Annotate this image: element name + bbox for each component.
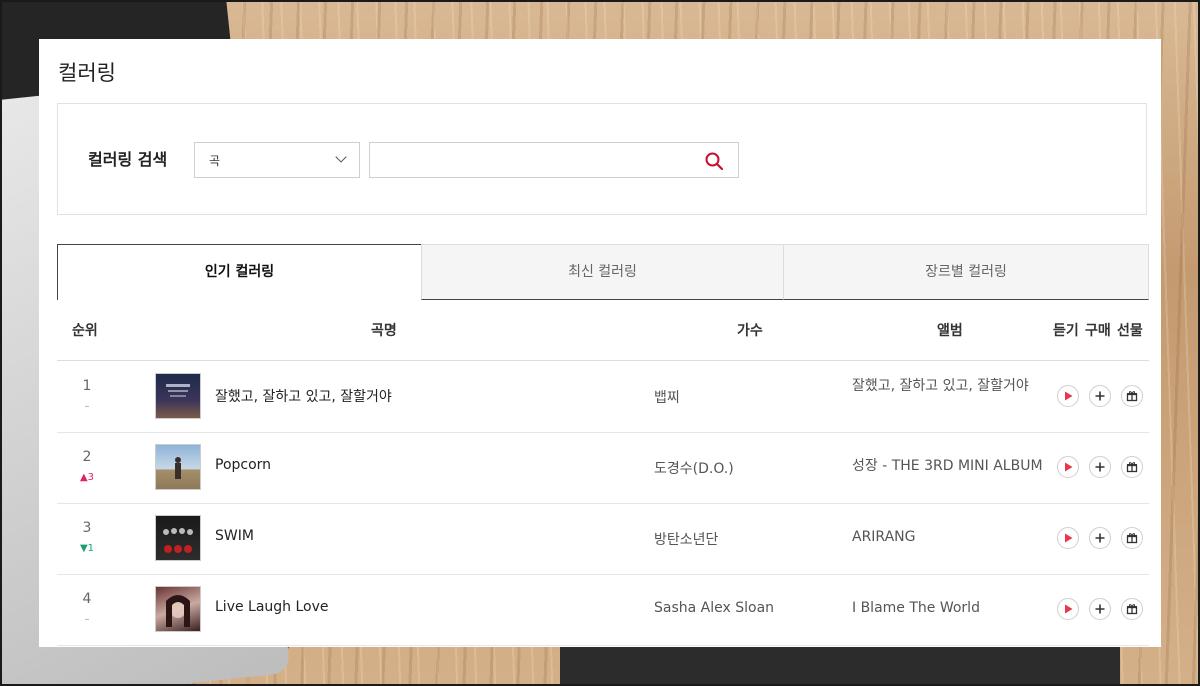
ringtone-tabs: 인기 컬러링 최신 컬러링 장르별 컬러링 — [57, 244, 1149, 300]
table-row: 1 – 잘했고, 잘하고 있고, 잘할거야 뱁찌 잘했고, 잘하고 있고, 잘할… — [57, 361, 1149, 433]
rank-change: ▲3 — [79, 472, 95, 483]
table-row: 3 ▼1 SWIM 방탄소년단 ARIRANG — [57, 503, 1149, 575]
header-listen: 듣기 — [1053, 323, 1079, 339]
search-type-value: 곡 — [209, 154, 221, 168]
plus-icon[interactable] — [1089, 385, 1111, 407]
table-header: 순위 곡명 가수 앨범 듣기 구매 선물 — [57, 300, 1149, 361]
play-icon[interactable] — [1057, 527, 1079, 549]
album-name[interactable]: 성장 - THE 3RD MINI ALBUM — [852, 458, 1057, 475]
rank-change: ▼1 — [79, 543, 95, 554]
rank-number: 2 — [82, 449, 92, 465]
album-name[interactable]: I Blame The World — [852, 600, 1057, 617]
album-thumbnail[interactable] — [155, 586, 201, 632]
gift-icon[interactable] — [1121, 456, 1143, 478]
up-arrow-icon: ▲ — [79, 472, 88, 483]
chevron-down-icon — [335, 151, 347, 163]
header-song: 곡명 — [371, 323, 397, 339]
song-title[interactable]: Popcorn — [215, 457, 271, 473]
table-row: 2 ▲3 Popcorn 도경수(D.O.) 성장 - THE 3RD MINI… — [57, 432, 1149, 504]
album-thumbnail[interactable] — [155, 373, 201, 419]
album-thumbnail[interactable] — [155, 444, 201, 490]
table-row: 4 – Live Laugh Love Sasha Alex Sloan I B… — [57, 574, 1149, 646]
tab-genre[interactable]: 장르별 컬러링 — [783, 244, 1149, 300]
gift-icon[interactable] — [1121, 598, 1143, 620]
tab-latest[interactable]: 최신 컬러링 — [421, 244, 784, 300]
tab-popular[interactable]: 인기 컬러링 — [57, 244, 422, 300]
down-arrow-icon: ▼ — [79, 543, 88, 554]
rank-number: 3 — [82, 520, 92, 536]
album-name[interactable]: 잘했고, 잘하고 있고, 잘할거야 — [852, 378, 1057, 395]
plus-icon[interactable] — [1089, 527, 1111, 549]
search-type-select[interactable]: 곡 — [194, 142, 360, 178]
search-icon[interactable] — [704, 151, 724, 171]
plus-icon[interactable] — [1089, 598, 1111, 620]
search-section: 컬러링 검색 곡 — [57, 103, 1147, 215]
rank-change: – — [84, 614, 90, 625]
search-label: 컬러링 검색 — [88, 150, 168, 169]
song-title[interactable]: 잘했고, 잘하고 있고, 잘할거야 — [215, 386, 392, 406]
content-panel: 컬러링 컬러링 검색 곡 인기 컬러링 최신 컬러링 장르별 컬러링 순위 곡명… — [39, 39, 1161, 647]
rank-number: 1 — [82, 378, 92, 394]
rank-number: 4 — [82, 591, 92, 607]
play-icon[interactable] — [1057, 456, 1079, 478]
header-buy: 구매 — [1085, 323, 1111, 339]
song-title[interactable]: SWIM — [215, 528, 254, 544]
header-gift: 선물 — [1117, 323, 1143, 339]
artist-name[interactable]: 도경수(D.O.) — [654, 458, 734, 478]
artist-name[interactable]: 방탄소년단 — [654, 529, 718, 549]
header-album: 앨범 — [937, 323, 963, 339]
header-artist: 가수 — [737, 323, 763, 339]
song-title[interactable]: Live Laugh Love — [215, 599, 329, 615]
play-icon[interactable] — [1057, 385, 1079, 407]
rank-change: – — [84, 401, 90, 412]
page-title: 컬러링 — [58, 61, 116, 85]
search-input[interactable] — [370, 143, 714, 177]
album-thumbnail[interactable] — [155, 515, 201, 561]
artist-name[interactable]: Sasha Alex Sloan — [654, 600, 774, 616]
gift-icon[interactable] — [1121, 527, 1143, 549]
search-field — [369, 142, 739, 178]
album-name[interactable]: ARIRANG — [852, 529, 1057, 546]
plus-icon[interactable] — [1089, 456, 1111, 478]
gift-icon[interactable] — [1121, 385, 1143, 407]
play-icon[interactable] — [1057, 598, 1079, 620]
header-rank: 순위 — [72, 323, 98, 339]
artist-name[interactable]: 뱁찌 — [654, 387, 680, 407]
